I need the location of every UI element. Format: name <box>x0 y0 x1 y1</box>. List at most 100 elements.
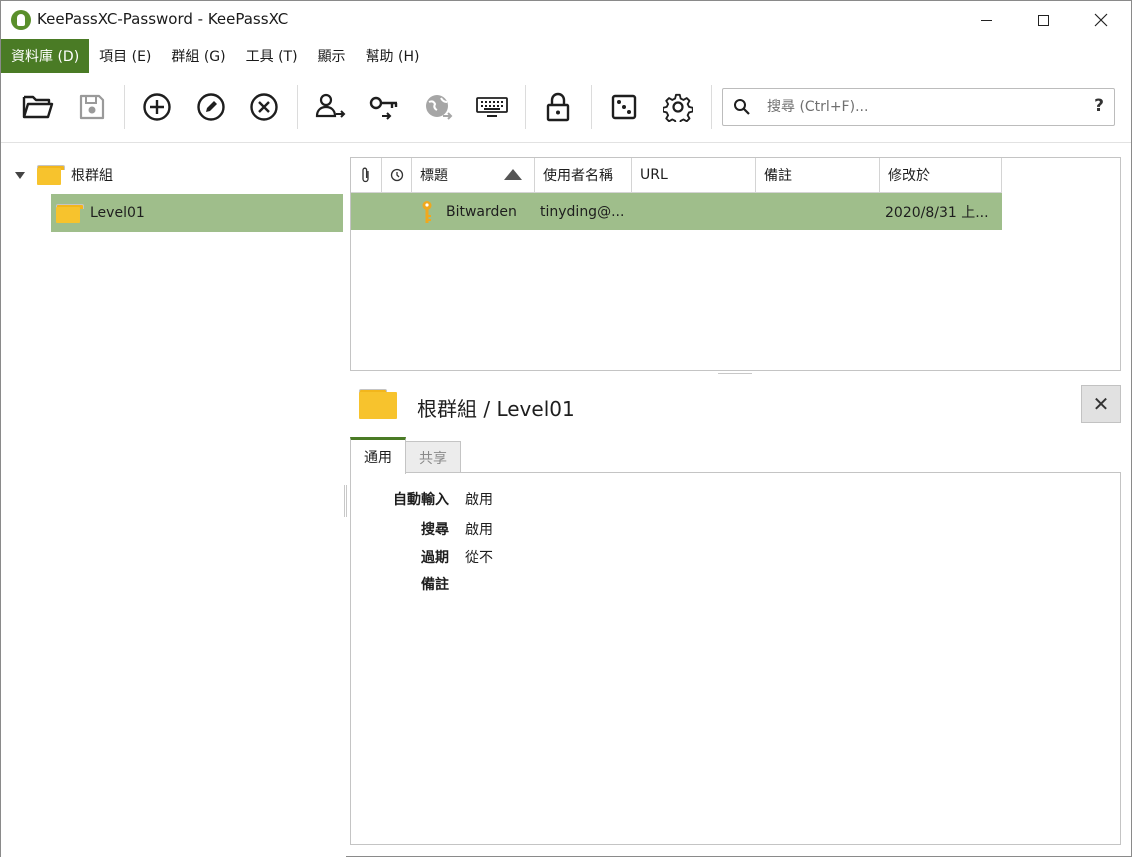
menu-bar: 資料庫 (D) 項目 (E) 群組 (G) 工具 (T) 顯示 幫助 (H) <box>1 39 1131 73</box>
tree-item-root[interactable]: 根群組 <box>15 162 113 188</box>
menu-database[interactable]: 資料庫 (D) <box>1 39 90 73</box>
details-header: 根群組 / Level01 ✕ <box>350 379 1121 435</box>
tab-general[interactable]: 通用 <box>350 437 406 474</box>
save-database-button[interactable] <box>74 89 110 125</box>
copy-password-button[interactable] <box>367 89 403 125</box>
close-icon <box>1094 13 1108 27</box>
column-header-modified[interactable]: 修改於 <box>880 158 1002 193</box>
folder-icon <box>37 165 65 185</box>
field-autotype: 自動輸入 啟用 <box>351 488 493 510</box>
close-window-button[interactable] <box>1072 1 1130 39</box>
search-box: ? <box>722 88 1115 126</box>
x-circle-icon <box>250 93 278 121</box>
collapse-arrow-icon[interactable] <box>15 171 25 179</box>
row-title-cell: Bitwarden <box>412 193 535 230</box>
gear-icon <box>663 93 693 122</box>
app-window: KeePassXC-Password - KeePassXC 資料庫 (D) 項… <box>0 0 1132 857</box>
window-title: KeePassXC-Password - KeePassXC <box>37 10 289 28</box>
sort-ascending-icon <box>504 169 522 180</box>
entry-table: 標題 使用者名稱 URL 備註 修改於 Bitwarden tinyding@.… <box>350 157 1121 371</box>
field-notes: 備註 <box>351 573 465 595</box>
table-row[interactable]: Bitwarden tinyding@... 2020/8/31 上... <box>351 193 1002 230</box>
row-username: tinyding@... <box>540 203 625 220</box>
column-header-expires[interactable] <box>382 158 412 193</box>
column-header-title-label: 標題 <box>420 168 448 184</box>
paperclip-icon <box>362 167 369 183</box>
save-icon <box>79 94 105 120</box>
tree-item-level01[interactable]: Level01 <box>51 194 343 232</box>
menu-groups[interactable]: 群組 (G) <box>161 39 235 73</box>
search-help-button[interactable]: ? <box>1094 96 1104 116</box>
column-header-url[interactable]: URL <box>632 158 756 193</box>
folder-icon <box>56 203 84 223</box>
table-header: 標題 使用者名稱 URL 備註 修改於 <box>351 158 1002 193</box>
open-url-button[interactable] <box>421 89 457 125</box>
tree-item-root-label: 根群組 <box>71 168 113 184</box>
tab-share[interactable]: 共享 <box>406 441 461 473</box>
menu-view[interactable]: 顯示 <box>308 39 356 73</box>
folder-open-icon <box>22 95 54 119</box>
open-database-button[interactable] <box>20 89 56 125</box>
general-tab-panel: 自動輸入 啟用 搜尋 啟用 過期 從不 備註 <box>350 472 1121 845</box>
row-icons-cell <box>351 193 412 230</box>
copy-username-button[interactable] <box>313 89 349 125</box>
column-header-title[interactable]: 標題 <box>412 158 535 193</box>
menu-tools[interactable]: 工具 (T) <box>236 39 308 73</box>
keepassxc-logo-icon <box>11 10 31 30</box>
field-search: 搜尋 啟用 <box>351 518 493 540</box>
field-label: 過期 <box>421 550 449 566</box>
field-value: 啟用 <box>465 492 493 508</box>
dice-icon <box>611 94 637 120</box>
key-arrow-icon <box>369 96 398 120</box>
search-icon <box>734 99 750 115</box>
key-icon <box>422 200 432 223</box>
row-title: Bitwarden <box>446 203 517 220</box>
add-entry-button[interactable] <box>139 89 175 125</box>
folder-icon <box>359 389 397 419</box>
minimize-button[interactable] <box>957 1 1015 39</box>
details-title: 根群組 / Level01 <box>417 397 575 421</box>
column-header-username[interactable]: 使用者名稱 <box>535 158 632 193</box>
delete-entry-button[interactable] <box>246 89 282 125</box>
horizontal-splitter[interactable] <box>718 373 752 374</box>
password-generator-button[interactable] <box>606 89 642 125</box>
close-icon: ✕ <box>1092 392 1110 416</box>
user-arrow-icon <box>315 93 346 118</box>
row-url <box>632 193 756 230</box>
toolbar-separator <box>591 85 592 129</box>
plus-circle-icon <box>143 93 171 121</box>
lock-icon <box>546 92 570 122</box>
field-label: 自動輸入 <box>393 492 449 508</box>
menu-help[interactable]: 幫助 (H) <box>356 39 430 73</box>
search-input[interactable] <box>767 94 1067 120</box>
maximize-button[interactable] <box>1014 1 1072 39</box>
field-value: 從不 <box>465 550 493 566</box>
toolbar-separator <box>124 85 125 129</box>
edit-entry-button[interactable] <box>193 89 229 125</box>
close-details-button[interactable]: ✕ <box>1081 385 1121 423</box>
maximize-icon <box>1037 14 1049 26</box>
details-tabs: 通用 共享 <box>350 437 461 474</box>
vertical-splitter[interactable] <box>344 485 347 517</box>
keyboard-icon <box>476 97 508 117</box>
lock-database-button[interactable] <box>540 89 576 125</box>
column-header-attachment[interactable] <box>351 158 382 193</box>
group-tree: 根群組 Level01 <box>1 144 346 857</box>
toolbar-separator <box>711 85 712 129</box>
auto-type-button[interactable] <box>474 89 510 125</box>
toolbar-separator <box>525 85 526 129</box>
toolbar-separator <box>297 85 298 129</box>
pencil-circle-icon <box>197 93 225 121</box>
settings-button[interactable] <box>660 89 696 125</box>
globe-arrow-icon <box>426 95 453 120</box>
field-label: 備註 <box>421 577 449 593</box>
minimize-icon <box>980 19 992 21</box>
row-notes <box>756 193 880 230</box>
clock-icon <box>390 168 403 182</box>
menu-entries[interactable]: 項目 (E) <box>89 39 161 73</box>
column-header-notes[interactable]: 備註 <box>756 158 880 193</box>
title-bar: KeePassXC-Password - KeePassXC <box>1 1 1131 39</box>
field-expiry: 過期 從不 <box>351 546 493 568</box>
toolbar: ? <box>1 73 1131 143</box>
field-value: 啟用 <box>465 522 493 538</box>
